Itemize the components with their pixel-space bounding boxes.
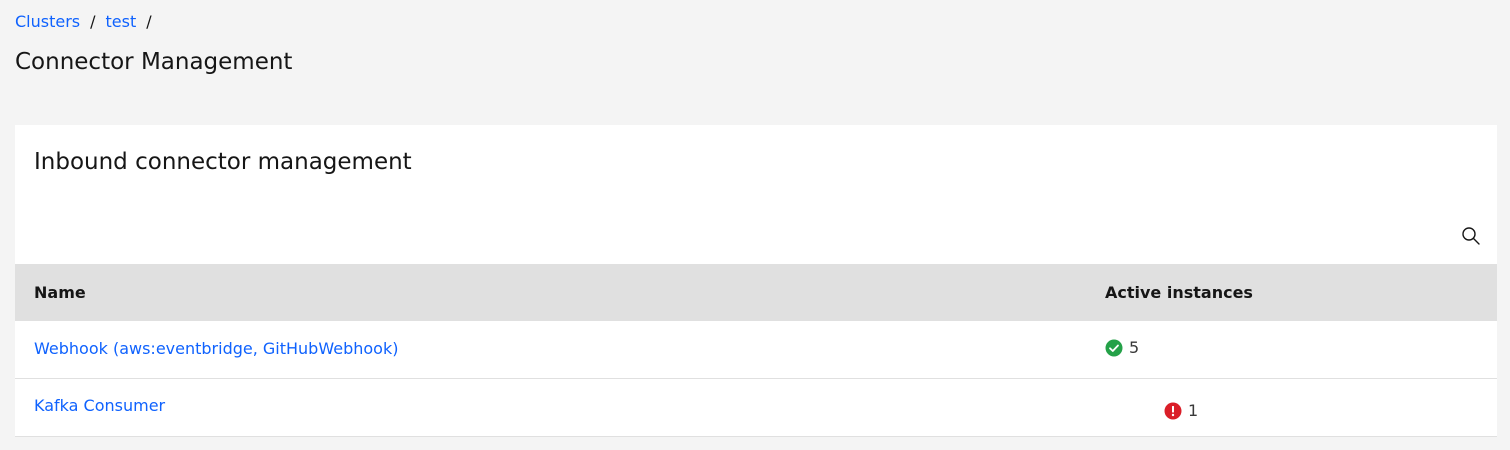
table-row: Webhook (aws:eventbridge, GitHubWebhook)… bbox=[15, 321, 1497, 379]
card-title: Inbound connector management bbox=[34, 149, 412, 175]
connector-link-kafka-consumer[interactable]: Kafka Consumer bbox=[34, 396, 165, 415]
checkmark-filled-icon bbox=[1105, 339, 1123, 357]
active-instances-cell: 5 bbox=[1105, 338, 1497, 357]
active-instances-cell: 1 bbox=[1105, 401, 1497, 420]
active-instances-count: 1 bbox=[1188, 401, 1199, 420]
breadcrumb-separator: / bbox=[90, 12, 96, 31]
connector-table: Name Active instances Webhook (aws:event… bbox=[15, 264, 1497, 437]
page-title: Connector Management bbox=[15, 49, 293, 75]
connector-link-webhook[interactable]: Webhook (aws:eventbridge, GitHubWebhook) bbox=[34, 339, 398, 358]
connector-name-cell: Webhook (aws:eventbridge, GitHubWebhook) bbox=[15, 339, 1105, 358]
breadcrumb: Clusters / test / bbox=[15, 11, 162, 33]
breadcrumb-test-link[interactable]: test bbox=[106, 11, 137, 33]
column-header-name[interactable]: Name bbox=[15, 283, 1105, 302]
column-header-active-instances[interactable]: Active instances bbox=[1105, 283, 1497, 302]
connector-name-cell: Kafka Consumer bbox=[15, 396, 1105, 415]
table-row: Kafka Consumer 1 bbox=[15, 379, 1497, 437]
breadcrumb-separator: / bbox=[146, 12, 152, 31]
search-button[interactable] bbox=[1455, 220, 1487, 252]
breadcrumb-clusters-link[interactable]: Clusters bbox=[15, 11, 80, 33]
active-instances-count: 5 bbox=[1129, 338, 1140, 357]
table-header: Name Active instances bbox=[15, 264, 1497, 321]
warning-filled-icon bbox=[1164, 402, 1182, 420]
search-icon bbox=[1462, 227, 1480, 245]
inbound-connector-card: Inbound connector management Name Active… bbox=[15, 125, 1497, 437]
